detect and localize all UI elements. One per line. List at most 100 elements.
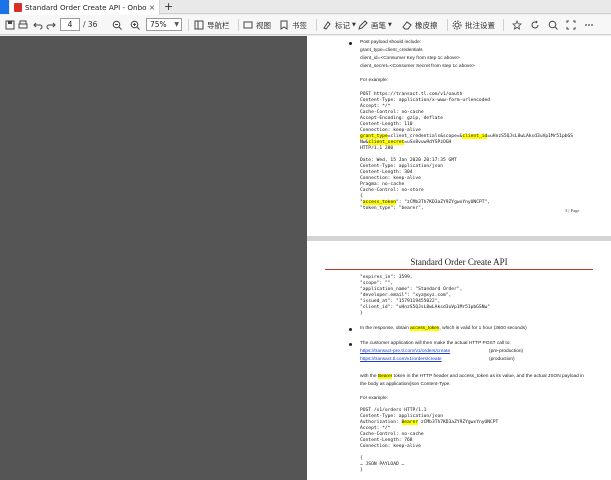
link-pre-production[interactable]: https://transact-pre.tl.com/v1/orders/cr… <box>360 349 450 355</box>
code-line-authorization: Authorization: Bearer zCMb3Th7KD3aZY9ZYg… <box>360 420 498 426</box>
mark-label: 标记 <box>335 20 350 30</box>
page-number-input[interactable]: 4 <box>60 18 80 31</box>
toolbar-divider <box>503 19 504 31</box>
undo-button[interactable] <box>33 17 43 33</box>
zoom-in-button[interactable] <box>130 17 140 33</box>
code-line: Content-Length: 768 <box>360 438 413 443</box>
code-line: "token_type": "bearer", <box>360 206 424 211</box>
highlight: access_token <box>362 200 396 205</box>
code-line: HTTP/1.1 200 <box>360 146 394 151</box>
search-button[interactable] <box>548 17 558 33</box>
example-label: For example: <box>360 78 388 83</box>
code-line: Accept: */* <box>360 426 391 431</box>
pen-icon <box>358 20 368 30</box>
bullet-dot <box>349 42 352 45</box>
post-call-text: The customer application will then make … <box>360 341 511 346</box>
payload-line-2: grant_type=client_credentials <box>360 48 423 53</box>
tab-close-button[interactable]: × <box>147 3 157 12</box>
rotate-icon <box>531 20 539 29</box>
zoom-select[interactable]: 75% ▼ <box>146 18 182 31</box>
pdf-viewer[interactable]: Post payload should include: grant_type=… <box>0 36 611 480</box>
print-icon <box>18 20 28 29</box>
expand-icon <box>566 20 576 30</box>
star-icon <box>512 20 522 30</box>
example-label: For example: <box>360 396 388 401</box>
code-line: Cache-Control: no-store <box>360 188 424 193</box>
annotation-settings-button[interactable]: 批注设置 <box>452 17 495 33</box>
rotate-button[interactable] <box>530 17 540 33</box>
code-fragment: ": "zCMb3Th7KD3aZY9ZYgwxYnyUNCPT", <box>395 200 491 205</box>
pre-production-note: (pre-production) <box>489 349 524 354</box>
code-fragment: =uSv8vuw9dYSPzOGH <box>404 140 452 145</box>
sidebar-icon <box>194 20 204 30</box>
mark-button[interactable]: 标记 ▼ <box>322 17 356 33</box>
code-line: Content-Type: application/json <box>360 414 443 419</box>
code-line: Connection: keep-alive <box>360 128 421 133</box>
payload-line-4: client_secret=<Consumer Secret from step… <box>360 64 475 69</box>
text-fragment: In the response, obtain <box>360 326 411 331</box>
eraser-icon <box>402 21 412 30</box>
view-icon <box>243 21 253 29</box>
page-total: / 36 <box>83 20 98 29</box>
save-button[interactable] <box>5 17 15 33</box>
undo-icon <box>33 22 43 30</box>
page-header-title: Standard Order Create API <box>410 257 508 267</box>
toolbar-divider <box>316 19 317 31</box>
redo-button[interactable] <box>46 17 56 33</box>
code-line: Cache-Control: no-cache <box>360 110 424 115</box>
code-line: "application_name": "Standard Order", <box>360 287 463 292</box>
favorite-button[interactable] <box>512 17 522 33</box>
zoom-value: 75% <box>150 20 167 29</box>
more-options-button[interactable] <box>584 17 594 33</box>
code-line: Content-Type: application/json <box>360 164 443 169</box>
highlight: client_secret <box>368 140 405 145</box>
code-line: "expires_in": 3599, <box>360 275 413 280</box>
code-line: Content-Length: 110 <box>360 122 413 127</box>
browser-app-icon[interactable] <box>0 0 9 14</box>
search-icon <box>548 20 558 30</box>
code-line: } <box>360 468 363 473</box>
bookmark-label: 书签 <box>292 20 307 30</box>
highlight: grant_type <box>360 134 388 139</box>
zoom-in-icon <box>130 20 140 30</box>
new-tab-button[interactable]: + <box>164 0 173 14</box>
text-fragment: with the <box>360 374 378 379</box>
code-line: Accept: */* <box>360 104 391 109</box>
code-line: "issued_at": "1579119455022", <box>360 299 441 304</box>
draw-button[interactable]: 画笔 ▼ <box>358 17 392 33</box>
tab-active-document[interactable]: Standard Order Create API - Onboarding..… <box>10 0 160 15</box>
eraser-button[interactable]: 橡皮擦 <box>402 17 438 33</box>
save-icon <box>5 20 15 30</box>
bullet-response <box>349 326 360 331</box>
pdf-toolbar: 4 / 36 75% ▼ 导航栏 视图 书签 标记 ▼ 画笔 ▼ 橡皮擦 批注设置 <box>0 15 611 35</box>
bullet-payload <box>349 40 360 45</box>
highlight: Bearer <box>377 374 393 379</box>
chevron-down-icon: ▼ <box>388 22 392 28</box>
page-footer-number: 3 | Page <box>565 208 580 213</box>
view-button[interactable]: 视图 <box>243 17 271 33</box>
expand-button[interactable] <box>566 17 576 33</box>
code-line-grant: grant_type=client_credentials&scope=&cli… <box>360 134 573 140</box>
code-line: Content-Type: application/x-www-form-url… <box>360 98 490 103</box>
payload-line-3: client_id=<Consumer Key from step 1c abo… <box>360 56 460 61</box>
code-fragment: zCMb3Th7KD3aZY9ZYgwxYnyUNCPT <box>418 420 499 425</box>
pdf-page-3: Post payload should include: grant_type=… <box>307 36 611 236</box>
text-fragment: , which is valid for 1 hour (3600 second… <box>439 326 527 331</box>
tab-bar: Standard Order Create API - Onboarding..… <box>0 0 611 15</box>
nav-pane-button[interactable]: 导航栏 <box>194 17 230 33</box>
bearer-paragraph: with the Bearer token in the HTTP header… <box>360 374 584 380</box>
code-line: { <box>360 194 363 199</box>
link-production[interactable]: https://transact.tl.com/v1/orders/create <box>360 357 442 363</box>
code-line: Accept-Encoding: gzip, deflate <box>360 116 443 121</box>
view-label: 视图 <box>256 20 271 30</box>
bullet-dot <box>349 328 352 331</box>
highlighter-icon <box>323 21 331 30</box>
code-line: Date: Wed, 15 Jan 2020 20:17:35 GMT <box>360 158 457 163</box>
print-button[interactable] <box>18 17 28 33</box>
code-line: POST https://transact.tl.com/v1/oauth <box>360 92 463 97</box>
code-line-token: "access_token": "zCMb3Th7KD3aZY9ZYgwxYny… <box>360 200 490 206</box>
bookmark-button[interactable]: 书签 <box>279 17 307 33</box>
bullet-dot <box>349 343 352 346</box>
zoom-out-button[interactable] <box>112 17 122 33</box>
code-line: { <box>360 456 363 461</box>
